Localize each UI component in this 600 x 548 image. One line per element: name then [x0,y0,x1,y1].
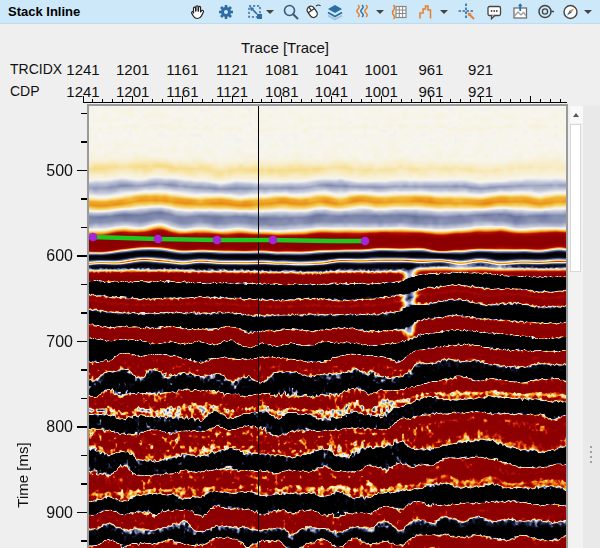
pick-crosshair-icon[interactable] [457,2,477,22]
trace-value: 921 [453,83,509,100]
trace-value: 1161 [154,83,210,100]
snapshot-icon[interactable] [510,2,530,22]
compass-dropdown[interactable] [584,10,592,14]
trace-axis-title: Trace [Trace] [215,39,355,56]
trace-value: 1161 [154,61,210,78]
right-margin-strip [583,106,600,548]
trace-value: 1201 [105,83,161,100]
up-arrow-icon [573,113,579,117]
time-tick-label: 800 [30,418,73,436]
trace-value: 1081 [254,61,310,78]
time-axis-title: Time [ms] [14,413,31,537]
time-tick-label: 900 [30,504,73,522]
trace-value: 1001 [353,83,409,100]
compass-icon[interactable] [561,2,581,22]
splitter-grip-dot [590,446,592,448]
histogram-icon[interactable] [417,2,437,22]
trace-value: 1041 [304,83,360,100]
trace-value: 921 [453,61,509,78]
settings-gear-icon[interactable] [216,2,236,22]
trace-value: 1121 [204,61,260,78]
cdp-row-label: CDP [10,83,40,99]
layers-icon[interactable] [325,2,345,22]
time-tick-label: 700 [30,333,73,351]
trace-value: 1201 [105,61,161,78]
zoom-box-icon[interactable] [245,2,265,22]
spreadsheet-icon[interactable] [389,2,409,22]
splitter-grip-dot [590,451,592,453]
pan-hand-icon[interactable] [187,2,207,22]
view-title: Stack Inline [8,4,80,19]
trace-value: 1081 [254,83,310,100]
toolbar: Stack Inline [0,0,600,24]
histogram-dropdown[interactable] [440,10,448,14]
wiggle-display-dropdown[interactable] [376,10,384,14]
comment-icon[interactable] [484,2,504,22]
trace-value: 1001 [353,61,409,78]
zoom-icon[interactable] [281,2,301,22]
trace-value: 961 [403,83,459,100]
trace-value: 1241 [55,83,111,100]
trace-value: 1121 [204,83,260,100]
time-tick-label: 500 [30,162,73,180]
scrollbar-up-button[interactable] [570,106,583,123]
wiggle-display-icon[interactable] [352,2,372,22]
trace-value: 1241 [55,61,111,78]
splitter-grip-dot [590,456,592,458]
time-tick-label: 600 [30,247,73,265]
trace-value: 961 [403,61,459,78]
trace-value: 1041 [304,61,360,78]
measure-icon[interactable] [536,2,556,22]
zoom-box-dropdown[interactable] [266,10,274,14]
splitter-grip-dot [590,461,592,463]
mouse-icon[interactable] [302,2,322,22]
seismic-section-image[interactable] [89,106,566,548]
vertical-scrollbar-thumb[interactable] [570,124,581,272]
